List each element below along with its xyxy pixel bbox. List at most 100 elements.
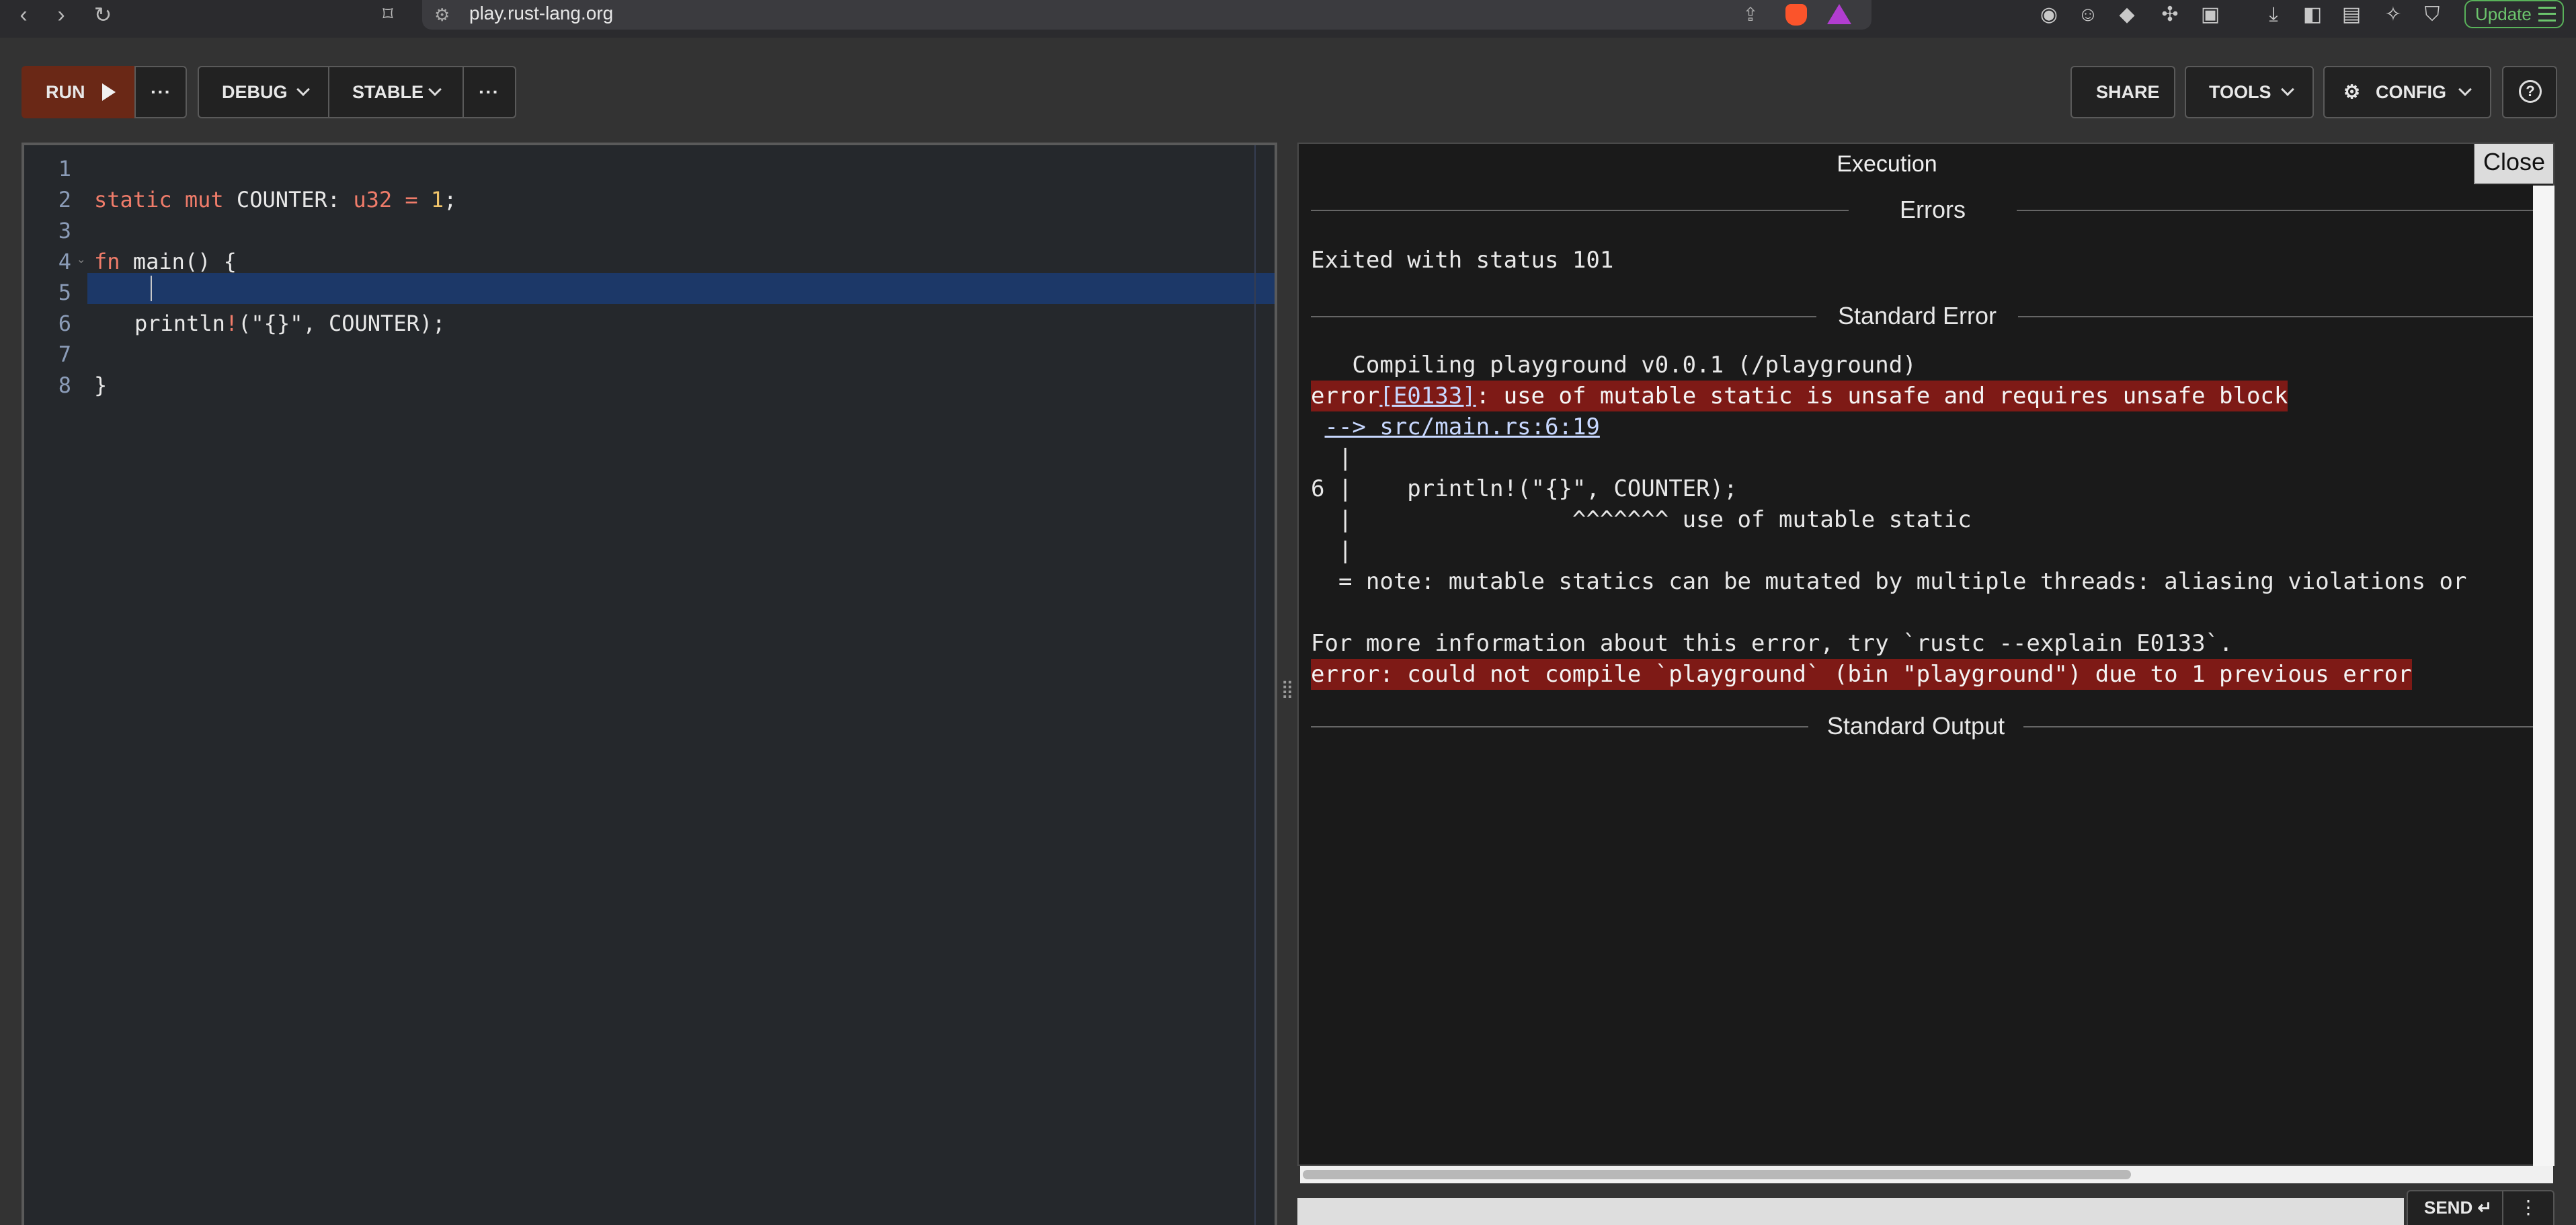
error-code-link[interactable]: [E0133] <box>1379 383 1476 409</box>
advanced-options-button[interactable]: ··· <box>462 66 516 118</box>
output-panel: Execution Close Errors Exited with statu… <box>1297 143 2554 1166</box>
vpn-shield-icon[interactable]: ⛉ <box>2417 1 2447 28</box>
arrow-pad <box>1311 413 1324 440</box>
reload-icon[interactable]: ↻ <box>86 1 120 28</box>
sidebar-icon[interactable]: ◧ <box>2298 1 2327 28</box>
semicolon: ; <box>444 187 457 212</box>
stderr-line: | ^^^^^^^ use of mutable static <box>1311 506 1972 533</box>
line-number: 1 <box>58 156 71 182</box>
errors-heading: Errors <box>1900 196 1966 223</box>
code-line: println!("{}", COUNTER); <box>134 308 445 339</box>
panel-resize-handle[interactable]: ⣿ <box>1277 675 1297 702</box>
divider <box>2017 210 2540 211</box>
stdout-heading: Standard Output <box>1826 712 2005 740</box>
scrollbar-thumb[interactable] <box>1303 1170 2131 1179</box>
divider <box>2018 316 2540 317</box>
function-signature: main() { <box>132 249 237 274</box>
leo-ai-icon[interactable]: ✧ <box>2378 1 2408 28</box>
chevron-down-icon <box>428 83 442 96</box>
share-icon[interactable]: ⇪ <box>1738 3 1763 27</box>
code-line: } <box>94 370 107 401</box>
downloads-icon[interactable]: ⤓ <box>2259 1 2288 28</box>
update-label: Update <box>2475 4 2532 24</box>
divider <box>1311 726 1808 727</box>
output-title: Execution <box>1837 151 1937 177</box>
divider <box>2023 726 2540 727</box>
back-icon[interactable]: ‹ <box>7 1 40 28</box>
puzzle-extensions-icon[interactable]: ✣ <box>2155 1 2185 28</box>
update-button[interactable]: Update <box>2464 0 2564 28</box>
code-editor[interactable]: 1 2 3 4 ⌄ 5 6 7 8 static mut COUNTER: u3… <box>22 143 1277 1225</box>
stdin-input[interactable] <box>1297 1198 2404 1225</box>
wallet-icon[interactable]: ▤ <box>2337 1 2366 28</box>
keyword: mut <box>184 187 224 212</box>
config-menu-button[interactable]: ⚙ CONFIG <box>2323 66 2491 118</box>
print-margin <box>1254 145 1256 1225</box>
password-manager-icon[interactable]: ◉ <box>2034 1 2064 28</box>
gear-icon: ⚙ <box>2343 81 2361 102</box>
send-button[interactable]: SEND ↵ <box>2407 1190 2503 1225</box>
run-options-button[interactable]: ··· <box>134 66 187 118</box>
line-number: 7 <box>58 342 71 367</box>
line-number: 5 <box>58 280 71 305</box>
close-button[interactable]: Close <box>2474 144 2553 184</box>
brave-rewards-icon[interactable] <box>1827 4 1851 24</box>
error-line: error[E0133]: use of mutable static is u… <box>1311 381 2288 411</box>
code-line: static mut COUNTER: u32 = 1; <box>94 184 456 215</box>
send-options-button[interactable]: ⋮ <box>2503 1190 2554 1225</box>
extension-avatar-icon[interactable]: ☺ <box>2073 1 2103 28</box>
macro-bang: ! <box>225 311 239 336</box>
share-button[interactable]: SHARE <box>2070 66 2175 118</box>
play-icon <box>102 83 116 101</box>
menu-icon <box>2538 7 2556 22</box>
number-literal: 1 <box>430 187 444 212</box>
address-bar[interactable]: ⚙ play.rust-lang.org ⇪ <box>422 0 1871 30</box>
stderr-line: Compiling playground v0.0.1 (/playground… <box>1311 352 1917 379</box>
line-number: 6 <box>58 311 71 336</box>
share-label: SHARE <box>2096 82 2160 102</box>
browser-toolbar: ‹ › ↻ ⌑ ⚙ play.rust-lang.org ⇪ ◉ ☺ ◆ ✣ ▣… <box>0 0 2576 38</box>
type-name: u32 <box>353 187 393 212</box>
channel-label: STABLE <box>352 82 424 102</box>
source-location: --> src/main.rs:6:19 <box>1311 411 1599 442</box>
more-dots-icon: ··· <box>479 81 499 102</box>
keyword: fn <box>94 249 120 274</box>
build-mode-select[interactable]: DEBUG <box>198 66 329 118</box>
chevron-down-icon <box>2281 83 2294 96</box>
fold-toggle-icon[interactable]: ⌄ <box>77 245 85 276</box>
output-horizontal-scrollbar[interactable] <box>1300 1166 2553 1183</box>
macro-name: println <box>134 311 225 336</box>
exit-status: Exited with status 101 <box>1311 247 1614 274</box>
more-dots-icon: ··· <box>151 81 171 102</box>
line-number: 3 <box>58 218 71 243</box>
config-label: CONFIG <box>2376 82 2446 102</box>
code-line: fn main() { <box>94 246 237 277</box>
output-vertical-scrollbar[interactable] <box>2533 186 2554 1166</box>
stderr-heading: Standard Error <box>1837 302 1997 329</box>
tools-menu-button[interactable]: TOOLS <box>2185 66 2314 118</box>
url-text[interactable]: play.rust-lang.org <box>469 0 613 27</box>
site-settings-icon[interactable]: ⚙ <box>434 4 456 26</box>
build-mode-label: DEBUG <box>222 82 288 102</box>
macro-args: ("{}", COUNTER); <box>238 311 446 336</box>
final-error-line: error: could not compile `playground` (b… <box>1311 659 2412 690</box>
errors-section-header: Errors <box>1311 191 2540 229</box>
stderr-section-header: Standard Error <box>1311 297 2540 335</box>
run-label: RUN <box>46 82 85 102</box>
help-button[interactable]: ? <box>2502 66 2557 118</box>
source-location-link[interactable]: --> src/main.rs:6:19 <box>1324 413 1599 440</box>
tag-extension-icon[interactable]: ◆ <box>2112 1 2142 28</box>
run-button[interactable]: RUN <box>22 66 134 118</box>
brave-shields-icon[interactable] <box>1785 4 1807 26</box>
channel-select[interactable]: STABLE <box>328 66 464 118</box>
help-icon: ? <box>2519 80 2542 103</box>
error-message: : use of mutable static is unsafe and re… <box>1476 383 2288 409</box>
stderr-line: 6 | println!("{}", COUNTER); <box>1311 475 1738 502</box>
closing-brace: } <box>94 372 108 398</box>
screenshot-icon[interactable]: ▣ <box>2196 1 2225 28</box>
chevron-down-icon <box>2458 83 2472 96</box>
bookmark-icon[interactable]: ⌑ <box>371 1 405 28</box>
stderr-line: = note: mutable statics can be mutated b… <box>1311 568 2467 595</box>
stdout-section-header: Standard Output <box>1311 707 2540 745</box>
forward-icon[interactable]: › <box>44 1 78 28</box>
